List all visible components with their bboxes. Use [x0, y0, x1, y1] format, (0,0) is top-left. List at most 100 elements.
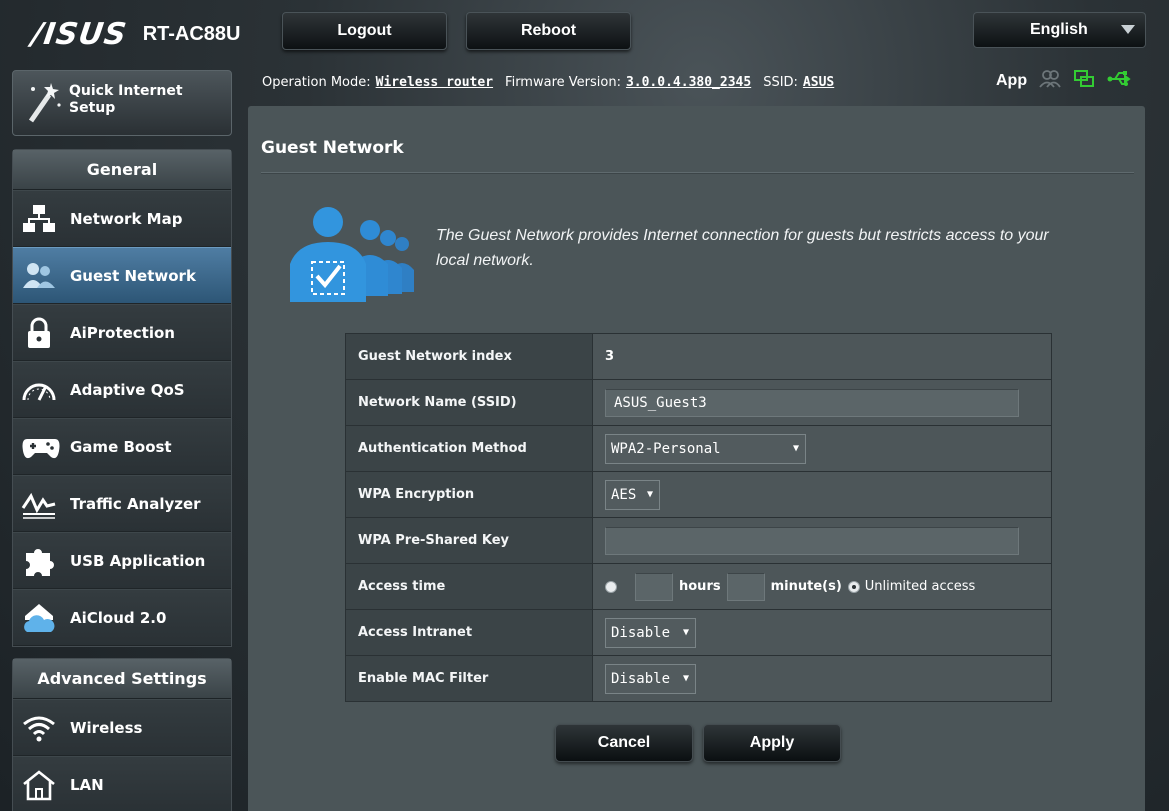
hours-label: hours — [679, 579, 721, 594]
minutes-input[interactable] — [726, 572, 765, 601]
magic-wand-icon — [25, 81, 61, 130]
puzzle-icon — [21, 545, 57, 577]
ssid-input[interactable]: ASUS_Guest3 — [605, 388, 1019, 417]
network-map-icon — [21, 203, 57, 235]
gauge-icon — [21, 374, 57, 406]
hours-input[interactable] — [635, 572, 673, 601]
op-mode-label: Operation Mode: — [262, 74, 371, 90]
wifi-icon — [21, 712, 57, 744]
psk-label: WPA Pre-Shared Key — [345, 517, 593, 564]
mac-filter-value: Disable — [611, 670, 671, 687]
general-menu: General Network Map Guest Network AiProt… — [12, 149, 232, 647]
network-status-icon[interactable] — [1073, 69, 1095, 94]
sidebar-item-aiprotection[interactable]: AiProtection — [13, 304, 231, 361]
psk-input[interactable] — [605, 526, 1019, 555]
gamepad-icon — [21, 431, 60, 463]
app-link[interactable]: App — [996, 72, 1027, 90]
sidebar-item-label: Game Boost — [70, 438, 172, 456]
limited-time-radio[interactable] — [605, 580, 617, 593]
access-time-label: Access time — [345, 563, 593, 610]
page-description: The Guest Network provides Internet conn… — [436, 227, 1049, 269]
guest-network-icon — [21, 260, 57, 292]
logout-button[interactable]: Logout — [282, 12, 447, 50]
advanced-menu: Advanced Settings Wireless LAN — [12, 658, 232, 811]
sidebar-item-label: USB Application — [70, 552, 206, 570]
sidebar-item-label: Network Map — [70, 210, 183, 228]
page-title: Guest Network — [261, 138, 404, 158]
sidebar-item-network-map[interactable]: Network Map — [13, 190, 231, 247]
model-name: RT-AC88U — [142, 22, 241, 45]
mac-filter-label: Enable MAC Filter — [345, 655, 593, 702]
cancel-button[interactable]: Cancel — [555, 724, 693, 762]
chevron-down-icon: ▼ — [682, 626, 689, 638]
reboot-button[interactable]: Reboot — [466, 12, 631, 50]
auth-method-label: Authentication Method — [345, 425, 593, 472]
sidebar-item-aicloud[interactable]: AiCloud 2.0 — [13, 589, 231, 646]
apply-button[interactable]: Apply — [703, 724, 841, 762]
users-icon[interactable] — [1039, 69, 1061, 94]
sidebar-item-label: LAN — [70, 776, 104, 794]
usb-icon[interactable] — [1107, 69, 1133, 94]
quick-setup-label: Quick Internet Setup — [69, 83, 183, 116]
access-intranet-value: Disable — [611, 624, 671, 641]
table-row: Access time hours minute(s) Unlimited ac… — [345, 563, 1052, 610]
brand-mark: /ISUS — [29, 16, 130, 52]
sidebar-item-traffic-analyzer[interactable]: Traffic Analyzer — [13, 475, 231, 532]
advanced-header: Advanced Settings — [13, 659, 231, 699]
lock-icon — [21, 317, 57, 349]
guest-index-value: 3 — [592, 333, 1052, 380]
main-panel: Guest Network The Guest Network provides… — [248, 106, 1145, 811]
app-status-area: App — [996, 68, 1133, 94]
router-admin-page: /ISUS RT-AC88U Logout Reboot English Ope… — [0, 0, 1169, 811]
sidebar-item-game-boost[interactable]: Game Boost — [13, 418, 231, 475]
firmware-label: Firmware Version: — [505, 74, 621, 90]
title-divider — [261, 172, 1134, 174]
chevron-down-icon — [1121, 25, 1135, 34]
auth-method-value: WPA2-Personal — [611, 440, 721, 457]
unlimited-access-label: Unlimited access — [864, 579, 976, 594]
guest-network-settings-table: Guest Network index 3 Network Name (SSID… — [345, 333, 1052, 702]
guest-network-illustration-icon — [284, 202, 416, 307]
guest-index-label: Guest Network index — [345, 333, 593, 380]
unlimited-access-radio[interactable] — [847, 580, 860, 593]
sidebar-item-label: Guest Network — [70, 267, 196, 285]
table-row: Guest Network index 3 — [345, 333, 1052, 380]
op-mode-link[interactable]: Wireless router — [376, 75, 493, 90]
wpa-encryption-label: WPA Encryption — [345, 471, 593, 518]
wpa-encryption-select[interactable]: AES ▼ — [605, 479, 660, 510]
mac-filter-select[interactable]: Disable ▼ — [605, 663, 696, 694]
sidebar-item-usb-application[interactable]: USB Application — [13, 532, 231, 589]
ssid-link[interactable]: ASUS — [803, 75, 834, 90]
table-row: Access Intranet Disable ▼ — [345, 609, 1052, 656]
sidebar-item-wireless[interactable]: Wireless — [13, 699, 231, 756]
sidebar-item-label: Traffic Analyzer — [70, 495, 201, 513]
chevron-down-icon: ▼ — [682, 672, 689, 684]
language-value: English — [1030, 21, 1088, 38]
table-row: WPA Encryption AES ▼ — [345, 471, 1052, 518]
sidebar-item-adaptive-qos[interactable]: Adaptive QoS — [13, 361, 231, 418]
sidebar-item-label: Adaptive QoS — [70, 381, 185, 399]
access-intranet-label: Access Intranet — [345, 609, 593, 656]
general-header: General — [13, 150, 231, 190]
auth-method-select[interactable]: WPA2-Personal ▼ — [605, 433, 806, 464]
traffic-chart-icon — [21, 488, 57, 520]
table-row: Authentication Method WPA2-Personal ▼ — [345, 425, 1052, 472]
chevron-down-icon: ▼ — [792, 442, 799, 454]
firmware-link[interactable]: 3.0.0.4.380_2345 — [626, 75, 751, 90]
sidebar-item-guest-network[interactable]: Guest Network — [13, 247, 231, 304]
quick-internet-setup-button[interactable]: Quick Internet Setup — [12, 70, 232, 136]
minutes-label: minute(s) — [770, 579, 842, 594]
sidebar-item-lan[interactable]: LAN — [13, 756, 231, 811]
access-intranet-select[interactable]: Disable ▼ — [605, 617, 696, 648]
ssid-field-label: Network Name (SSID) — [345, 379, 593, 426]
ssid-label: SSID: — [763, 74, 798, 90]
brand-logo[interactable]: /ISUS RT-AC88U — [8, 14, 248, 54]
sidebar-item-label: AiCloud 2.0 — [70, 609, 167, 627]
house-icon — [21, 769, 57, 801]
table-row: Network Name (SSID) ASUS_Guest3 — [345, 379, 1052, 426]
access-time-controls: hours minute(s) Unlimited access — [605, 572, 1051, 601]
cloud-house-icon — [21, 602, 57, 634]
language-select[interactable]: English — [973, 12, 1146, 48]
sidebar-item-label: Wireless — [70, 719, 143, 737]
wpa-encryption-value: AES — [611, 486, 637, 503]
